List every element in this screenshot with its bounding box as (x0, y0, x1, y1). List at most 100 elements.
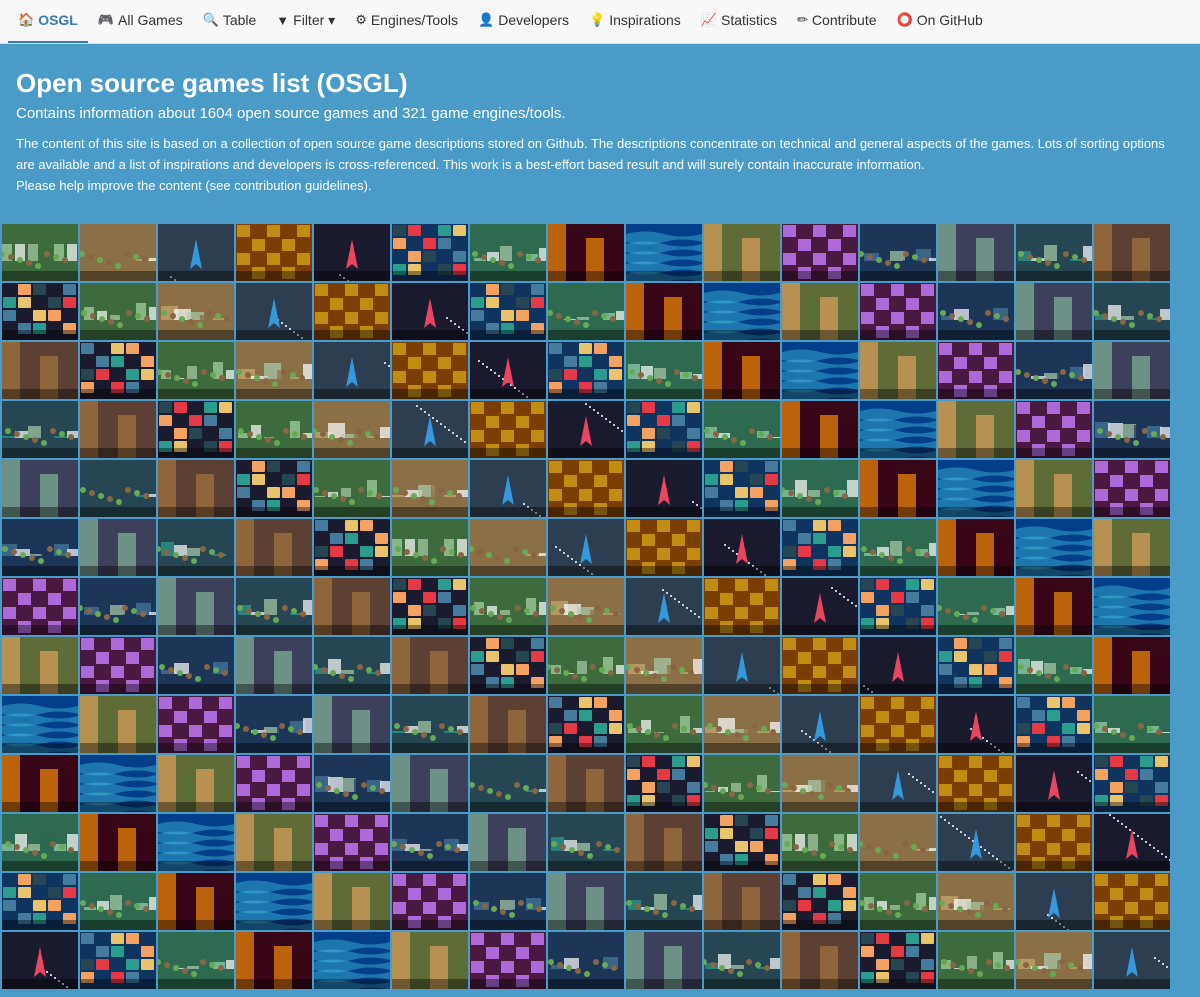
game-thumb[interactable] (938, 401, 1014, 458)
game-thumb[interactable] (860, 696, 936, 753)
game-thumb[interactable] (470, 401, 546, 458)
game-thumb[interactable] (1094, 283, 1170, 340)
game-thumb[interactable] (938, 637, 1014, 694)
game-thumb[interactable] (626, 637, 702, 694)
game-thumb[interactable] (782, 755, 858, 812)
game-thumb[interactable] (470, 342, 546, 399)
game-thumb[interactable] (2, 224, 78, 281)
game-thumb[interactable] (704, 460, 780, 517)
game-thumb[interactable] (1016, 342, 1092, 399)
game-thumb[interactable] (704, 342, 780, 399)
game-thumb[interactable] (392, 578, 468, 635)
game-thumb[interactable] (626, 814, 702, 871)
game-thumb[interactable] (236, 814, 312, 871)
game-thumb[interactable] (1094, 814, 1170, 871)
game-thumb[interactable] (236, 578, 312, 635)
game-thumb[interactable] (860, 224, 936, 281)
game-thumb[interactable] (782, 814, 858, 871)
game-thumb[interactable] (938, 283, 1014, 340)
game-thumb[interactable] (860, 755, 936, 812)
game-thumb[interactable] (1094, 696, 1170, 753)
game-thumb[interactable] (392, 873, 468, 930)
game-thumb[interactable] (314, 932, 390, 989)
game-thumb[interactable] (236, 696, 312, 753)
game-thumb[interactable] (548, 814, 624, 871)
nav-filter[interactable]: ▼ Filter ▾ (266, 0, 345, 44)
game-thumb[interactable] (158, 283, 234, 340)
game-thumb[interactable] (2, 283, 78, 340)
game-thumb[interactable] (470, 932, 546, 989)
game-thumb[interactable] (1016, 873, 1092, 930)
game-thumb[interactable] (1016, 696, 1092, 753)
game-thumb[interactable] (704, 637, 780, 694)
game-thumb[interactable] (392, 460, 468, 517)
nav-osgl[interactable]: 🏠 OSGL (8, 0, 88, 44)
game-thumb[interactable] (1094, 578, 1170, 635)
game-thumb[interactable] (938, 342, 1014, 399)
nav-engines[interactable]: ⚙ Engines/Tools (345, 0, 468, 44)
game-thumb[interactable] (548, 755, 624, 812)
game-thumb[interactable] (938, 696, 1014, 753)
game-thumb[interactable] (80, 224, 156, 281)
game-thumb[interactable] (860, 519, 936, 576)
game-thumb[interactable] (158, 401, 234, 458)
game-thumb[interactable] (938, 932, 1014, 989)
nav-inspirations[interactable]: 💡 Inspirations (579, 0, 691, 44)
game-thumb[interactable] (236, 637, 312, 694)
game-thumb[interactable] (1016, 401, 1092, 458)
game-thumb[interactable] (80, 283, 156, 340)
game-thumb[interactable] (548, 460, 624, 517)
game-thumb[interactable] (548, 342, 624, 399)
game-thumb[interactable] (236, 224, 312, 281)
game-thumb[interactable] (392, 283, 468, 340)
game-thumb[interactable] (2, 755, 78, 812)
game-thumb[interactable] (236, 342, 312, 399)
game-thumb[interactable] (314, 460, 390, 517)
game-thumb[interactable] (704, 932, 780, 989)
game-thumb[interactable] (80, 932, 156, 989)
game-thumb[interactable] (158, 460, 234, 517)
game-thumb[interactable] (80, 637, 156, 694)
game-thumb[interactable] (626, 460, 702, 517)
game-thumb[interactable] (2, 401, 78, 458)
nav-contribute[interactable]: ✏ Contribute (787, 0, 887, 44)
game-thumb[interactable] (626, 519, 702, 576)
game-thumb[interactable] (548, 283, 624, 340)
game-thumb[interactable] (782, 283, 858, 340)
game-thumb[interactable] (314, 224, 390, 281)
game-thumb[interactable] (548, 696, 624, 753)
game-thumb[interactable] (2, 578, 78, 635)
game-thumb[interactable] (236, 283, 312, 340)
game-thumb[interactable] (236, 519, 312, 576)
game-thumb[interactable] (782, 460, 858, 517)
game-thumb[interactable] (860, 637, 936, 694)
game-thumb[interactable] (158, 814, 234, 871)
game-thumb[interactable] (314, 283, 390, 340)
game-thumb[interactable] (470, 696, 546, 753)
game-thumb[interactable] (1016, 637, 1092, 694)
game-thumb[interactable] (860, 342, 936, 399)
game-thumb[interactable] (80, 873, 156, 930)
game-thumb[interactable] (158, 578, 234, 635)
game-thumb[interactable] (860, 814, 936, 871)
game-thumb[interactable] (704, 814, 780, 871)
game-thumb[interactable] (626, 696, 702, 753)
game-thumb[interactable] (1016, 460, 1092, 517)
nav-developers[interactable]: 👤 Developers (468, 0, 579, 44)
game-thumb[interactable] (158, 755, 234, 812)
game-thumb[interactable] (938, 519, 1014, 576)
game-thumb[interactable] (1016, 578, 1092, 635)
game-thumb[interactable] (704, 283, 780, 340)
game-thumb[interactable] (938, 814, 1014, 871)
game-thumb[interactable] (470, 519, 546, 576)
game-thumb[interactable] (470, 578, 546, 635)
game-thumb[interactable] (158, 342, 234, 399)
game-thumb[interactable] (548, 932, 624, 989)
game-thumb[interactable] (80, 460, 156, 517)
game-thumb[interactable] (470, 637, 546, 694)
game-thumb[interactable] (860, 283, 936, 340)
game-thumb[interactable] (2, 932, 78, 989)
game-thumb[interactable] (1094, 755, 1170, 812)
game-thumb[interactable] (470, 873, 546, 930)
game-thumb[interactable] (2, 460, 78, 517)
